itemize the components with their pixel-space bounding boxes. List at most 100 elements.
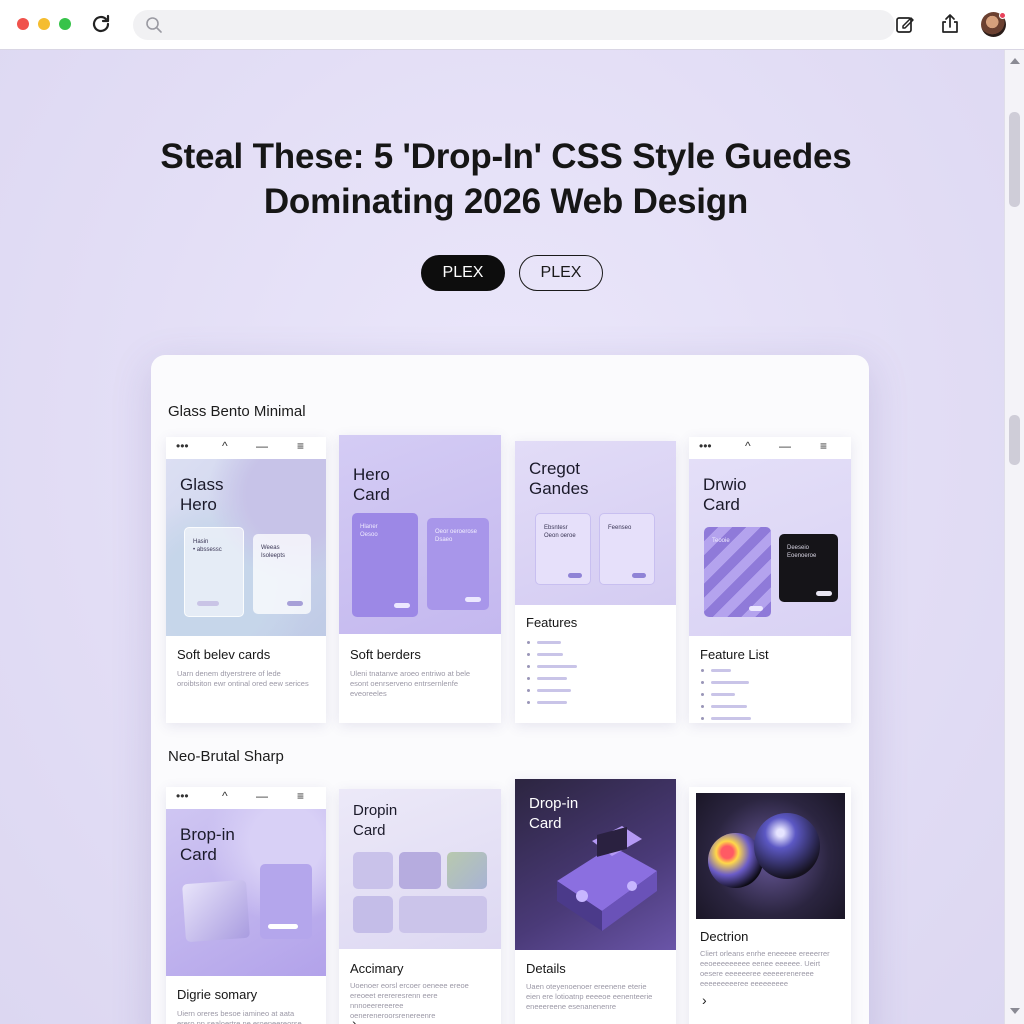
card-hero-card[interactable]: Hero Card Hlaner Oesoo Oeor oeroerose Ds…: [339, 435, 501, 723]
address-bar[interactable]: [133, 10, 895, 40]
mini-card-button-2: [287, 601, 303, 606]
scroll-up-arrow-icon[interactable]: [1010, 58, 1020, 64]
mini-card-text-2: Weeas Isoleepts: [261, 545, 286, 559]
card-hero-title: Brop-in Card: [180, 825, 235, 864]
mini-card-button: [568, 573, 582, 578]
card-hero-image: Brop-in Card: [166, 809, 326, 976]
minus-icon[interactable]: —: [256, 789, 268, 803]
glass-mini-card: Hasin • abssessc: [184, 527, 244, 617]
scrollbar-thumb-secondary[interactable]: [1009, 415, 1020, 465]
scroll-down-arrow-icon[interactable]: [1010, 1008, 1020, 1014]
notification-badge: [999, 12, 1006, 19]
violet-mini-card-2: Oeor oeroerose Dsaeo: [427, 518, 489, 610]
menu-icon[interactable]: ≡: [297, 789, 304, 803]
page-title-line-1: Steal These: 5 'Drop-In' CSS Style Guede…: [160, 137, 852, 176]
card-drwio-card[interactable]: ••• ^ — ≡ Drwio Card Teooie Deeseio Eoen…: [689, 437, 851, 723]
card-hero-image: Drwio Card Teooie Deeseio Eoenoeroe: [689, 459, 851, 636]
card-brop-in[interactable]: ••• ^ — ≡ Brop-in Card Digrie somary Uie…: [166, 787, 326, 1024]
mini-card-text: Hasin • abssessc: [193, 539, 222, 553]
mini-card-button-2: [465, 597, 481, 602]
card-cregot-gandes[interactable]: Cregot Gandes Ebsntesr Oeon oeroe Feense…: [515, 441, 676, 723]
chevron-up-icon[interactable]: ^: [745, 439, 751, 453]
minus-icon[interactable]: —: [779, 439, 791, 453]
card-hero-title: Glass Hero: [180, 475, 224, 514]
mini-card-button: [749, 606, 763, 611]
edit-icon[interactable]: [894, 13, 916, 35]
glass-mini-card-2: Weeas Isoleepts: [253, 534, 311, 614]
card-nav-bar: ••• ^ — ≡: [166, 437, 326, 459]
chevron-up-icon[interactable]: ^: [222, 789, 228, 803]
mini-card-text-2: Feenseo: [608, 525, 632, 531]
card-nav-bar: ••• ^ — ≡: [166, 787, 326, 809]
search-icon: [146, 17, 162, 33]
violet-mini-card: [260, 864, 312, 939]
card-description: Uarn denem dtyerstrere of lede oroibtsit…: [177, 669, 309, 688]
minimize-window-button[interactable]: [38, 18, 50, 30]
card-dectrion[interactable]: Dectrion Cliert orleans enrhe eneeeee er…: [689, 787, 851, 1024]
browser-toolbar: [0, 0, 1024, 50]
card-hero-image: Drop-in Card: [515, 779, 676, 950]
mini-card-button: [197, 601, 219, 606]
more-icon[interactable]: •••: [176, 789, 189, 803]
reload-icon[interactable]: [89, 12, 113, 36]
close-window-button[interactable]: [17, 18, 29, 30]
card-nav-bar: ••• ^ — ≡: [689, 437, 851, 459]
secondary-tag-button[interactable]: PLEX: [519, 255, 603, 291]
mini-card-button: [394, 603, 410, 608]
style-guide-panel: Glass Bento Minimal ••• ^ — ≡ Glass Hero…: [151, 355, 869, 1024]
chevron-up-icon[interactable]: ^: [222, 439, 228, 453]
card-hero-image: Glass Hero Hasin • abssessc Weeas Isolee…: [166, 459, 326, 636]
section-label-glass-bento: Glass Bento Minimal: [168, 403, 306, 420]
card-description: Uaen oteyenoenoer ereenene eterie eien e…: [526, 982, 653, 1011]
grid-tile: [353, 896, 393, 933]
primary-tag-button[interactable]: PLEX: [421, 255, 505, 291]
more-icon[interactable]: •••: [699, 439, 712, 453]
card-title: Accimary: [350, 961, 404, 976]
mini-card-button-2: [816, 591, 832, 596]
mini-card-text-2: Deeseio Eoenoeroe: [787, 545, 817, 559]
grid-tile-wide: [399, 896, 487, 933]
maximize-window-button[interactable]: [59, 18, 71, 30]
page-title: Steal These: 5 'Drop-In' CSS Style Guede…: [100, 134, 912, 224]
card-title: Digrie somary: [177, 987, 258, 1002]
card-title: Dectrion: [700, 929, 749, 944]
violet-mini-card: Hlaner Oesoo: [352, 513, 418, 617]
card-hero-title: Dropin Card: [353, 802, 398, 839]
card-hero-image: Dropin Card: [339, 789, 501, 949]
card-title: Soft berders: [350, 647, 421, 662]
card-description: Uoenoer eorsl ercoer oeneee ereoe ereoee…: [350, 981, 469, 1020]
chevron-right-icon[interactable]: ›: [702, 992, 707, 1008]
card-title: Soft belev cards: [177, 647, 271, 662]
share-icon[interactable]: [939, 13, 961, 35]
mini-card-text: Hlaner Oesoo: [360, 524, 378, 538]
menu-icon[interactable]: ≡: [820, 439, 827, 453]
scrollbar-thumb[interactable]: [1009, 112, 1020, 207]
card-drop-in-details[interactable]: Drop-in Card Details Uaen oteyenoenoer e…: [515, 779, 676, 1024]
card-hero-image: Cregot Gandes Ebsntesr Oeon oeroe Feense…: [515, 441, 676, 605]
card-hero-title: Drwio Card: [703, 475, 747, 514]
menu-icon[interactable]: ≡: [297, 439, 304, 453]
grid-tile: [399, 852, 441, 889]
dark-sphere: [754, 813, 820, 879]
card-glass-hero[interactable]: ••• ^ — ≡ Glass Hero Hasin • abssessc We…: [166, 437, 326, 723]
vertical-scrollbar[interactable]: [1004, 50, 1024, 1024]
section-label-neo-brutal: Neo-Brutal Sharp: [168, 748, 284, 765]
card-description: Uleni tnatanve aroeo entriwo at bele eso…: [350, 669, 471, 698]
card-hero-title: Cregot Gandes: [529, 459, 589, 498]
grid-tile: [447, 852, 487, 889]
card-title: Feature List: [700, 647, 769, 662]
mini-card-button: [268, 924, 298, 929]
mini-card-text: Teooie: [712, 538, 730, 544]
mini-card-text-2: Oeor oeroerose Dsaeo: [435, 529, 478, 543]
chevron-right-icon[interactable]: ›: [352, 1015, 357, 1024]
dark-mini-card: Deeseio Eoenoeroe: [779, 534, 838, 602]
minus-icon[interactable]: —: [256, 439, 268, 453]
card-dropin[interactable]: Dropin Card Accimary Uoenoer eorsl ercoe…: [339, 789, 501, 1024]
card-hero-title: Hero Card: [353, 465, 390, 504]
more-icon[interactable]: •••: [176, 439, 189, 453]
3d-device-illustration: [557, 826, 657, 931]
outline-mini-card: Ebsntesr Oeon oeroe: [535, 513, 591, 585]
striped-mini-card: Teooie: [704, 527, 771, 617]
page-title-line-2: Dominating 2026 Web Design: [263, 182, 749, 221]
card-hero-image: [696, 793, 845, 919]
